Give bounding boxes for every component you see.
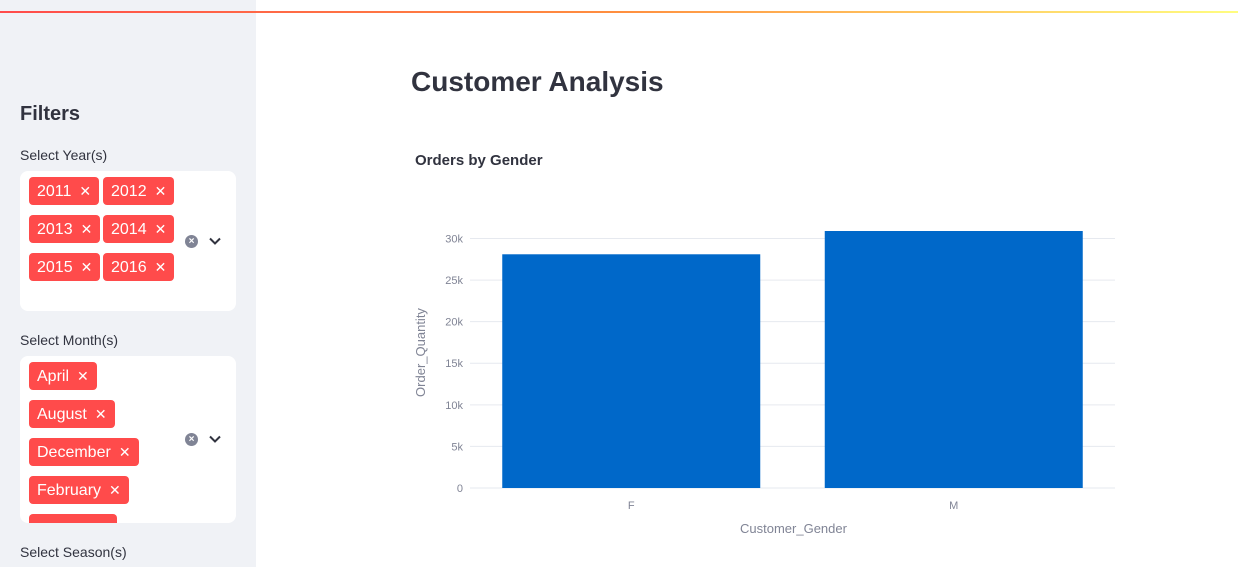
month-tag: December ✕ [29,438,139,466]
month-tag-label: April [37,368,70,385]
month-tag: August ✕ [29,400,115,428]
sidebar-header: Filters [20,103,81,125]
year-tag: 2014 ✕ [103,215,175,243]
year-tag-label: 2012 [111,183,147,200]
bar-chart: 0 5k 10k 15k 20k 25k 30k F M Customer_Gender Order… [413,231,1115,536]
year-multiselect[interactable]: 2011 ✕ 2012 ✕ 2013 ✕ 2014 ✕ 2015 ✕ 2016 ✕ × [20,171,236,311]
sidebar: Filters Select Year(s) 2011 ✕ 2012 ✕ 2013 ✕… [0,0,256,567]
x-tick-label: M [949,500,958,512]
chart-title: Orders by Gender [415,152,543,169]
y-tick-label: 15k [445,358,463,370]
year-tag: 2012 ✕ [103,177,175,205]
remove-tag-icon[interactable]: ✕ [155,183,167,199]
y-axis-title: Order_Quantity [413,308,428,397]
year-tag-label: 2015 [37,259,73,276]
remove-tag-icon[interactable]: ✕ [155,221,167,237]
bar [502,254,761,488]
y-tick-label: 20k [445,317,463,329]
remove-tag-icon[interactable]: ✕ [155,259,167,275]
clear-all-icon[interactable]: × [185,433,198,446]
remove-tag-icon[interactable]: ✕ [95,406,107,422]
year-tag-label: 2016 [111,259,147,276]
month-tag-label: December [37,444,111,461]
top-decoration-stripe [0,11,1238,13]
x-tick-label: F [628,500,635,512]
y-tick-label: 0 [457,483,463,495]
year-tag-label: 2013 [37,221,73,238]
year-tag-label: 2011 [37,183,72,200]
x-axis-title: Customer_Gender [740,521,848,536]
year-tag: 2013 ✕ [29,215,101,243]
year-tag: 2011 ✕ [29,177,100,205]
y-tick-label: 10k [445,400,463,412]
month-tag-label: August [37,406,87,423]
y-tick-label: 5k [451,441,463,453]
month-tag: February ✕ [29,476,129,504]
y-tick-label: 25k [445,275,463,287]
page-title: Customer Analysis [411,66,664,97]
remove-tag-icon[interactable]: ✕ [81,221,93,237]
month-multiselect[interactable]: April ✕ August ✕ December ✕ February ✕ × [20,356,236,523]
month-tag: April ✕ [29,362,97,390]
month-tag-label: February [37,482,102,499]
season-filter-label: Select Season(s) [20,544,127,560]
remove-tag-icon[interactable]: ✕ [79,183,91,199]
chevron-down-icon[interactable] [209,435,221,443]
remove-tag-icon[interactable]: ✕ [109,482,121,498]
month-filter-label: Select Month(s) [20,332,119,348]
remove-tag-icon[interactable]: ✕ [119,444,131,460]
year-tag-label: 2014 [111,221,147,238]
year-tag: 2016 ✕ [103,253,175,281]
year-filter-label: Select Year(s) [20,147,108,163]
clear-all-icon[interactable]: × [185,235,198,248]
remove-tag-icon[interactable]: ✕ [77,368,89,384]
year-tag: 2015 ✕ [29,253,101,281]
chevron-down-icon[interactable] [209,237,221,245]
month-tag-partial [29,514,117,523]
y-tick-label: 30k [445,233,463,245]
remove-tag-icon[interactable]: ✕ [81,259,93,275]
bar [824,231,1083,488]
